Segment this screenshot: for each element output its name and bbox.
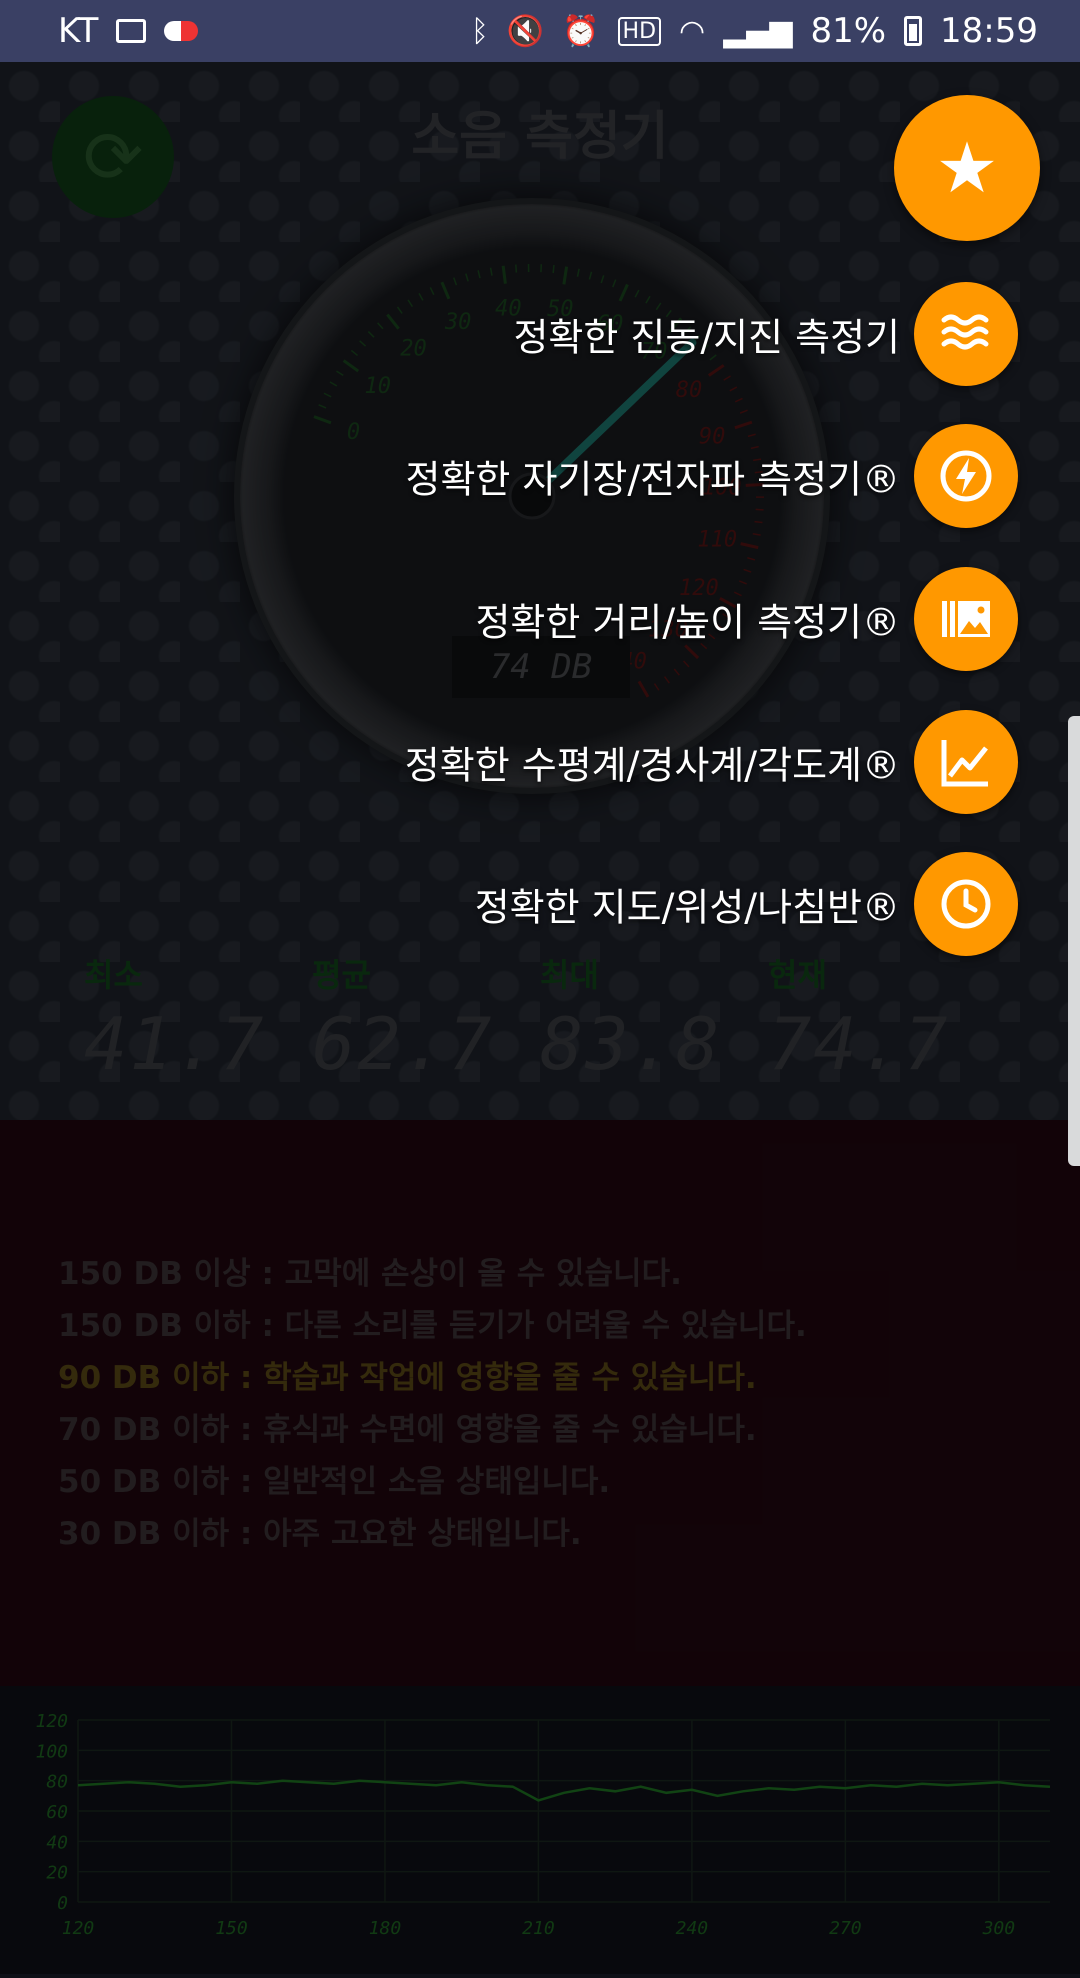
pill-notification-icon <box>164 21 198 41</box>
speed-dial-main-button[interactable]: ★ <box>894 95 1040 241</box>
speed-dial-item[interactable]: 정확한 자기장/전자파 측정기® <box>0 424 1080 528</box>
wifi-icon: ◠ <box>679 14 705 49</box>
speed-dial-button-magnetic[interactable] <box>914 424 1018 528</box>
clock-icon <box>938 876 994 932</box>
mute-icon: 🔇 <box>507 14 544 49</box>
clock-time: 18:59 <box>940 11 1038 51</box>
star-icon: ★ <box>936 127 999 209</box>
speed-dial-label[interactable]: 정확한 거리/높이 측정기® <box>475 592 900 647</box>
speed-dial-item[interactable]: 정확한 거리/높이 측정기® <box>0 567 1080 671</box>
battery-percent: 81% <box>810 11 886 51</box>
speed-dial-label[interactable]: 정확한 수평계/경사계/각도계® <box>405 735 900 790</box>
speed-dial-button-map[interactable] <box>914 852 1018 956</box>
speed-dial-button-level[interactable] <box>914 710 1018 814</box>
chart-icon <box>938 734 994 790</box>
bluetooth-icon: ᛒ <box>471 14 489 49</box>
waves-icon <box>938 306 994 362</box>
status-bar: KT ᛒ 🔇 ⏰ HD ◠ ▂▄▆ 81% 18:59 <box>0 0 1080 62</box>
speed-dial-label[interactable]: 정확한 지도/위성/나침반® <box>475 877 900 932</box>
speed-dial-label[interactable]: 정확한 자기장/전자파 측정기® <box>406 449 900 504</box>
edge-panel-handle[interactable] <box>1068 716 1080 1166</box>
gallery-notification-icon <box>116 19 146 43</box>
battery-icon <box>904 16 922 46</box>
carrier-name: KT <box>58 11 98 51</box>
gallery-icon <box>938 591 994 647</box>
speed-dial-item[interactable]: 정확한 진동/지진 측정기 <box>0 282 1080 386</box>
signal-icon: ▂▄▆ <box>723 14 792 49</box>
lightning-icon <box>938 448 994 504</box>
hd-icon: HD <box>618 17 661 46</box>
speed-dial-label[interactable]: 정확한 진동/지진 측정기 <box>513 307 900 362</box>
alarm-icon: ⏰ <box>562 14 599 49</box>
speed-dial-item[interactable]: 정확한 지도/위성/나침반® <box>0 852 1080 956</box>
speed-dial-button-distance[interactable] <box>914 567 1018 671</box>
speed-dial-button-vibration[interactable] <box>914 282 1018 386</box>
speed-dial-item[interactable]: 정확한 수평계/경사계/각도계® <box>0 710 1080 814</box>
